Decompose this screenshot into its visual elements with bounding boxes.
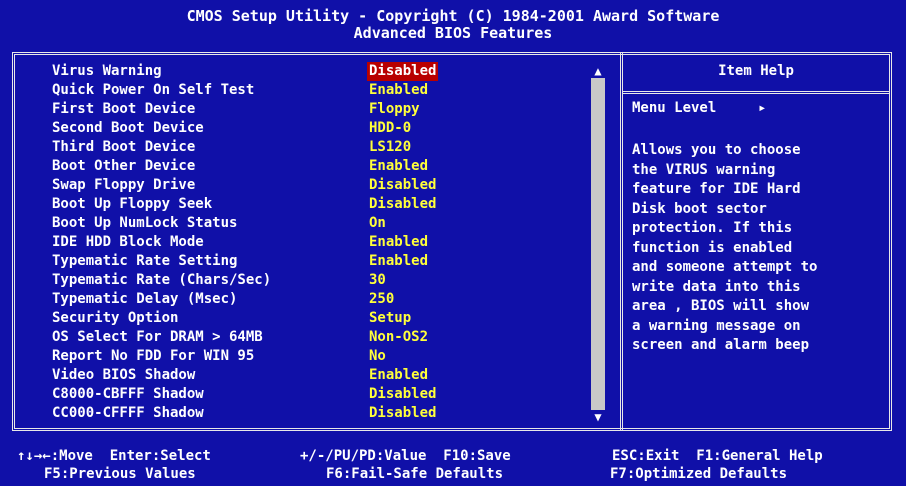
setting-value[interactable]: Enabled: [367, 252, 430, 271]
app-title: CMOS Setup Utility - Copyright (C) 1984-…: [186, 7, 720, 25]
setting-row-typematic-delay[interactable]: Typematic Delay (Msec) 250: [52, 290, 592, 309]
setting-value[interactable]: 30: [367, 271, 388, 290]
setting-value[interactable]: Enabled: [367, 81, 430, 100]
value-save-hint: +/-/PU/PD:Value F10:Save: [300, 448, 511, 464]
help-line: function is enabled: [632, 239, 793, 256]
setting-label: First Boot Device: [52, 101, 196, 117]
help-line: feature for IDE Hard: [632, 181, 801, 197]
setting-label: Boot Up NumLock Status: [52, 215, 238, 231]
title-bar: CMOS Setup Utility - Copyright (C) 1984-…: [0, 0, 906, 46]
setting-value[interactable]: Enabled: [367, 233, 430, 252]
help-description: Allows you to choose the VIRUS warning f…: [632, 141, 892, 356]
setting-value[interactable]: Disabled: [367, 404, 438, 423]
setting-row-security-option[interactable]: Security Option Setup: [52, 309, 592, 328]
scroll-up-arrow-icon[interactable]: ▲: [591, 64, 605, 78]
setting-row-boot-up-numlock-status[interactable]: Boot Up NumLock Status On: [52, 214, 592, 233]
setting-value[interactable]: Floppy: [367, 100, 422, 119]
setting-value[interactable]: Enabled: [367, 366, 430, 385]
setting-row-boot-other-device[interactable]: Boot Other Device Enabled: [52, 157, 592, 176]
setting-value[interactable]: Disabled: [367, 195, 438, 214]
setting-label: Quick Power On Self Test: [52, 82, 255, 98]
optimized-defaults-hint: F7:Optimized Defaults: [610, 466, 788, 482]
help-separator: [623, 91, 889, 94]
setting-value[interactable]: Enabled: [367, 157, 430, 176]
page-title: Advanced BIOS Features: [353, 24, 553, 42]
setting-label: Swap Floppy Drive: [52, 177, 196, 193]
setting-label: OS Select For DRAM > 64MB: [52, 329, 263, 345]
setting-row-report-no-fdd-for-win95[interactable]: Report No FDD For WIN 95 No: [52, 347, 592, 366]
help-line: a warning message on: [632, 317, 801, 334]
setting-value[interactable]: Non-OS2: [367, 328, 430, 347]
setting-row-virus-warning[interactable]: Virus Warning Disabled: [52, 62, 592, 81]
setting-label: C8000-CBFFF Shadow: [52, 386, 204, 402]
setting-row-typematic-rate[interactable]: Typematic Rate (Chars/Sec) 30: [52, 271, 592, 290]
setting-label: Video BIOS Shadow: [52, 367, 196, 383]
help-line: the VIRUS warning: [632, 161, 776, 178]
setting-row-third-boot-device[interactable]: Third Boot Device LS120: [52, 138, 592, 157]
setting-row-swap-floppy-drive[interactable]: Swap Floppy Drive Disabled: [52, 176, 592, 195]
help-line: Disk boot sector: [632, 200, 767, 217]
setting-value[interactable]: On: [367, 214, 388, 233]
setting-label: Report No FDD For WIN 95: [52, 348, 255, 364]
panel-divider: [620, 52, 623, 431]
scroll-down-arrow-icon[interactable]: ▼: [591, 410, 605, 424]
move-select-hint: ↑↓→←:Move Enter:Select: [17, 448, 211, 464]
setting-value[interactable]: HDD-0: [367, 119, 413, 138]
setting-row-cc000-cffff-shadow[interactable]: CC000-CFFFF Shadow Disabled: [52, 404, 592, 423]
setting-value[interactable]: Disabled: [367, 385, 438, 404]
setting-row-quick-power-on-self-test[interactable]: Quick Power On Self Test Enabled: [52, 81, 592, 100]
setting-value[interactable]: Setup: [367, 309, 413, 328]
setting-label: Typematic Delay (Msec): [52, 291, 238, 307]
setting-label: Typematic Rate (Chars/Sec): [52, 272, 272, 288]
help-line: protection. If this: [632, 220, 793, 236]
setting-label: Typematic Rate Setting: [52, 253, 238, 269]
setting-row-ide-hdd-block-mode[interactable]: IDE HDD Block Mode Enabled: [52, 233, 592, 252]
setting-label: IDE HDD Block Mode: [52, 234, 204, 250]
setting-row-os-select-for-dram[interactable]: OS Select For DRAM > 64MB Non-OS2: [52, 328, 592, 347]
exit-help-hint: ESC:Exit F1:General Help: [612, 448, 823, 464]
setting-row-c8000-cbfff-shadow[interactable]: C8000-CBFFF Shadow Disabled: [52, 385, 592, 404]
help-line: Allows you to choose: [632, 142, 801, 158]
previous-values-hint: F5:Previous Values: [44, 466, 196, 482]
setting-label: Boot Up Floppy Seek: [52, 196, 213, 212]
help-line: and someone attempt to: [632, 259, 818, 275]
setting-row-first-boot-device[interactable]: First Boot Device Floppy: [52, 100, 592, 119]
setting-label: Virus Warning: [52, 63, 162, 79]
setting-label: Boot Other Device: [52, 158, 196, 174]
setting-value[interactable]: 250: [367, 290, 396, 309]
help-line: screen and alarm beep: [632, 337, 810, 353]
item-help-title: Item Help: [718, 63, 794, 79]
setting-value[interactable]: Disabled: [367, 62, 439, 81]
scrollbar-track[interactable]: [591, 68, 605, 422]
help-line: write data into this: [632, 278, 801, 295]
setting-value[interactable]: No: [367, 347, 388, 366]
setting-value[interactable]: LS120: [367, 138, 413, 157]
setting-row-video-bios-shadow[interactable]: Video BIOS Shadow Enabled: [52, 366, 592, 385]
setting-value[interactable]: Disabled: [367, 176, 438, 195]
setting-row-boot-up-floppy-seek[interactable]: Boot Up Floppy Seek Disabled: [52, 195, 592, 214]
setting-label: Third Boot Device: [52, 139, 196, 155]
setting-label: CC000-CFFFF Shadow: [52, 405, 204, 421]
setting-label: Security Option: [52, 310, 179, 326]
menu-level-arrow-icon: ▸: [758, 100, 767, 116]
help-line: area , BIOS will show: [632, 298, 810, 314]
menu-level-label: Menu Level: [632, 100, 717, 116]
setting-label: Second Boot Device: [52, 120, 204, 136]
key-legend: ↑↓→←:Move Enter:Select +/-/PU/PD:Value F…: [0, 440, 906, 486]
fail-safe-defaults-hint: F6:Fail-Safe Defaults: [326, 466, 504, 482]
setting-row-second-boot-device[interactable]: Second Boot Device HDD-0: [52, 119, 592, 138]
setting-row-typematic-rate-setting[interactable]: Typematic Rate Setting Enabled: [52, 252, 592, 271]
